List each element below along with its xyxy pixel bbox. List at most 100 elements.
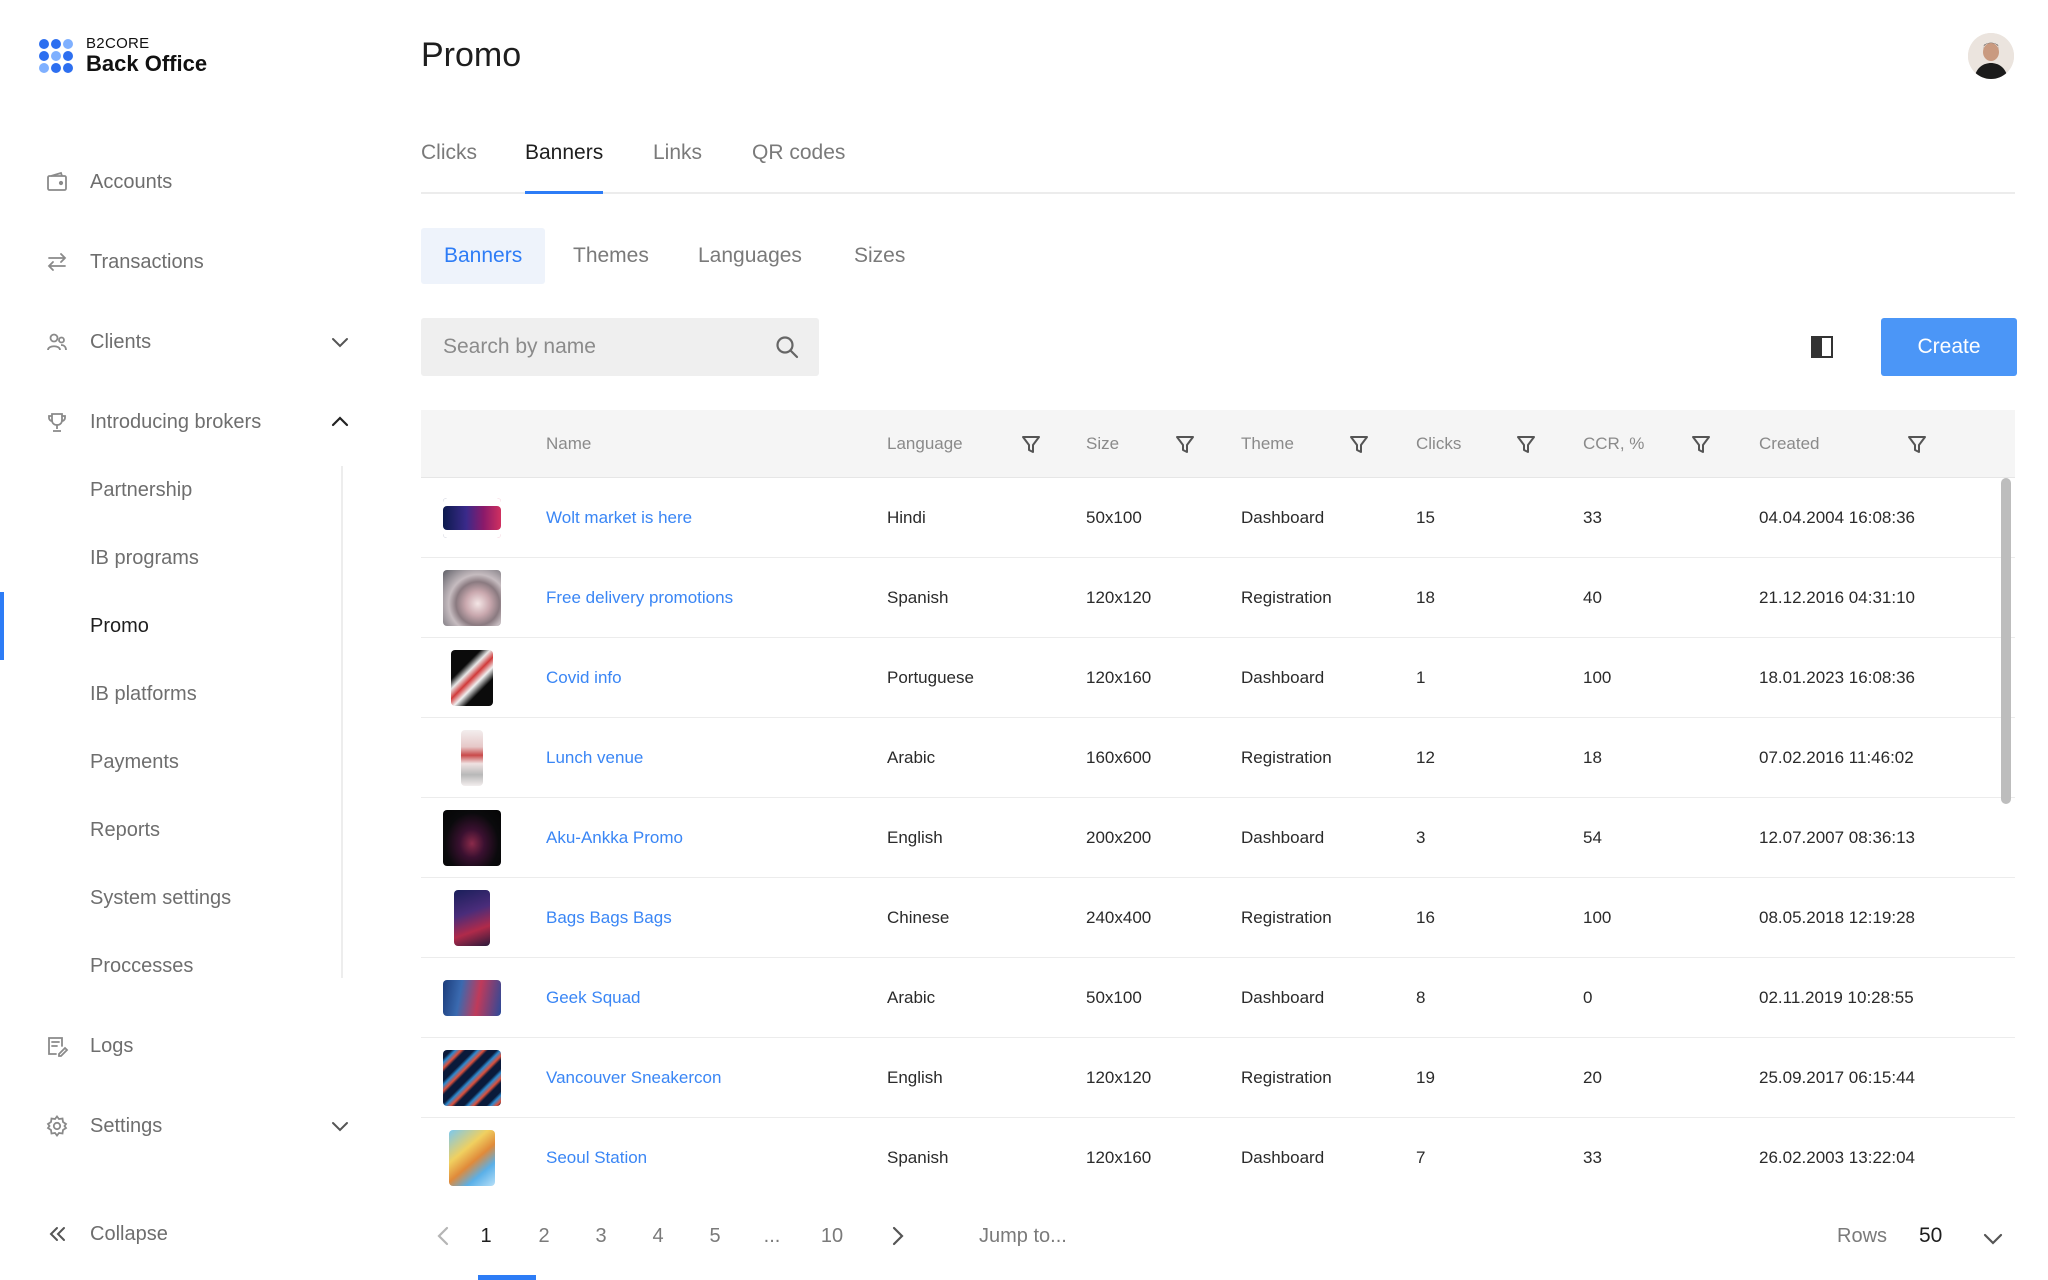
cell-language: Spanish [887, 1148, 949, 1167]
banner-thumbnail [451, 650, 493, 706]
sidebar-item-label: Partnership [90, 478, 193, 501]
search-input[interactable] [443, 318, 763, 376]
column-header-size[interactable]: Size [1086, 410, 1119, 478]
nav-item-settings[interactable]: Settings [0, 1106, 380, 1146]
table-row[interactable]: Geek Squad Arabic 50x100 Dashboard 8 0 0… [421, 958, 2015, 1038]
page-button-5[interactable]: 5 [700, 1212, 730, 1260]
sidebar-item-ib-platforms[interactable]: IB platforms [0, 674, 380, 714]
cell-language: Hindi [887, 508, 926, 527]
table-row[interactable]: Seoul Station Spanish 120x160 Dashboard … [421, 1118, 2015, 1190]
page-button-4[interactable]: 4 [643, 1212, 673, 1260]
cell-ccr: 100 [1583, 908, 1612, 927]
column-header-created[interactable]: Created [1759, 410, 1819, 478]
sidebar-item-promo[interactable]: Promo [0, 606, 380, 646]
rows-label: Rows [1837, 1225, 1888, 1247]
page-title: Promo [421, 36, 522, 74]
sidebar-item-reports[interactable]: Reports [0, 810, 380, 850]
nav-label-settings: Settings [90, 1114, 163, 1137]
chevron-down-icon[interactable] [326, 1112, 354, 1140]
banner-name-link[interactable]: Lunch venue [546, 718, 643, 798]
current-page-indicator [478, 1275, 536, 1280]
page-ellipsis: ... [763, 1225, 781, 1247]
columns-toggle-icon[interactable] [1808, 333, 1836, 361]
nav-item-transactions[interactable]: Transactions [0, 242, 380, 282]
sidebar-item-partnership[interactable]: Partnership [0, 470, 380, 510]
table-row[interactable]: Bags Bags Bags Chinese 240x400 Registrat… [421, 878, 2015, 958]
filter-icon[interactable] [1173, 432, 1197, 456]
page-button-1[interactable]: 1 [471, 1212, 501, 1260]
table-row[interactable]: Free delivery promotions Spanish 120x120… [421, 558, 2015, 638]
cell-clicks: 7 [1416, 1148, 1426, 1167]
next-page-icon[interactable] [886, 1212, 910, 1260]
column-header-language[interactable]: Language [887, 410, 963, 478]
table-scrollbar[interactable] [2001, 478, 2011, 804]
search-icon[interactable] [773, 333, 801, 361]
banner-name-link[interactable]: Geek Squad [546, 958, 641, 1038]
create-button[interactable]: Create [1881, 318, 2017, 376]
banner-name-link[interactable]: Vancouver Sneakercon [546, 1038, 721, 1118]
sidebar-item-processes[interactable]: Proccesses [0, 946, 380, 986]
cell-language: English [887, 828, 943, 847]
jump-to-page-input[interactable] [979, 1212, 1139, 1260]
chevron-down-icon[interactable] [326, 328, 354, 356]
banner-name-link[interactable]: Aku-Ankka Promo [546, 798, 683, 878]
nav-item-accounts[interactable]: Accounts [0, 162, 380, 202]
filter-icon[interactable] [1019, 432, 1043, 456]
page-button-2[interactable]: 2 [529, 1212, 559, 1260]
sidebar-item-payments[interactable]: Payments [0, 742, 380, 782]
filter-icon[interactable] [1905, 432, 1929, 456]
filter-icon[interactable] [1689, 432, 1713, 456]
table-row[interactable]: Aku-Ankka Promo English 200x200 Dashboar… [421, 798, 2015, 878]
tab-banners[interactable]: Banners [525, 138, 604, 194]
collapse-button[interactable]: Collapse [0, 1214, 380, 1254]
page-button-10[interactable]: 10 [814, 1212, 850, 1260]
avatar[interactable] [1968, 33, 2014, 79]
cell-ccr: 40 [1583, 588, 1602, 607]
banner-name-link[interactable]: Seoul Station [546, 1118, 647, 1190]
column-header-theme[interactable]: Theme [1241, 410, 1294, 478]
cell-theme: Registration [1241, 908, 1332, 927]
subtab-languages[interactable]: Languages [698, 228, 802, 284]
nav-item-introducing-brokers[interactable]: Introducing brokers [0, 402, 380, 442]
logs-icon [44, 1033, 70, 1059]
sidebar-item-ib-programs[interactable]: IB programs [0, 538, 380, 578]
tab-qr-codes[interactable]: QR codes [752, 138, 845, 192]
banner-name-link[interactable]: Wolt market is here [546, 478, 692, 558]
pagination: 1 2 3 4 5 ... 10 Rows 50 [421, 1212, 2015, 1260]
cell-language: English [887, 1068, 943, 1087]
column-header-name[interactable]: Name [546, 410, 591, 478]
cell-size: 50x100 [1086, 988, 1142, 1007]
subtab-themes[interactable]: Themes [573, 228, 649, 284]
brand-logo[interactable]: B2CORE Back Office [39, 36, 207, 76]
page-button-3[interactable]: 3 [586, 1212, 616, 1260]
prev-page-icon[interactable] [431, 1212, 455, 1260]
chevron-up-icon[interactable] [326, 408, 354, 436]
table-row[interactable]: Lunch venue Arabic 160x600 Registration … [421, 718, 2015, 798]
filter-icon[interactable] [1514, 432, 1538, 456]
table-row[interactable]: Covid info Portuguese 120x160 Dashboard … [421, 638, 2015, 718]
cell-theme: Dashboard [1241, 1148, 1325, 1167]
subtab-sizes[interactable]: Sizes [854, 228, 905, 284]
filter-icon[interactable] [1347, 432, 1371, 456]
rows-per-page-select[interactable]: 50 [1919, 1212, 2019, 1260]
nav-item-logs[interactable]: Logs [0, 1026, 380, 1066]
sidebar-item-system-settings[interactable]: System settings [0, 878, 380, 918]
banner-name-link[interactable]: Bags Bags Bags [546, 878, 672, 958]
tab-links[interactable]: Links [653, 138, 702, 192]
column-header-clicks[interactable]: Clicks [1416, 410, 1461, 478]
banner-name-link[interactable]: Covid info [546, 638, 622, 718]
subtab-banners[interactable]: Banners [421, 228, 546, 284]
cell-created: 21.12.2016 04:31:10 [1759, 588, 1915, 607]
column-header-ccr[interactable]: CCR, % [1583, 410, 1644, 478]
table-row[interactable]: Wolt market is here Hindi 50x100 Dashboa… [421, 478, 2015, 558]
sidebar: B2CORE Back Office Accounts Transactions… [0, 0, 380, 1280]
cell-created: 25.09.2017 06:15:44 [1759, 1068, 1915, 1087]
tab-clicks[interactable]: Clicks [421, 138, 477, 192]
cell-created: 07.02.2016 11:46:02 [1759, 748, 1914, 767]
nav-item-clients[interactable]: Clients [0, 322, 380, 362]
banner-name-link[interactable]: Free delivery promotions [546, 558, 733, 638]
cell-clicks: 1 [1416, 668, 1426, 687]
cell-size: 120x120 [1086, 588, 1152, 607]
brand-name: Back Office [86, 51, 208, 76]
table-row[interactable]: Vancouver Sneakercon English 120x120 Reg… [421, 1038, 2015, 1118]
